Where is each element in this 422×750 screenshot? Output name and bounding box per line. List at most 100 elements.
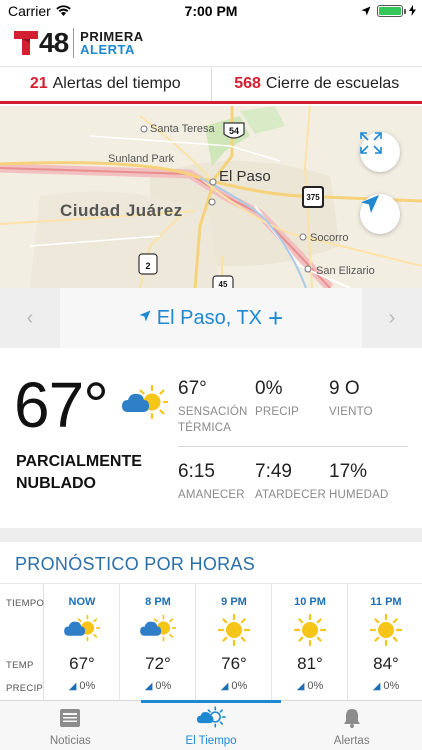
partly-cloudy-icon [64,614,101,647]
feels-like-label: SENSACIÓN TÉRMICA [178,406,248,434]
hour-temp: 84° [373,654,399,673]
stat-wind: 9 O VIENTO [329,378,409,420]
location-selector[interactable]: El Paso, TX + [60,288,362,348]
bell-icon [343,708,361,731]
hour-temp: 81° [297,654,323,673]
row-label-temp: TEMP [6,660,34,671]
row-label-time: TIEMPO [6,598,45,609]
map-label-el-paso: El Paso [219,168,271,185]
us54-shield-label: 54 [229,126,239,136]
hourly-column: 11 PM 84° ◢ 0% [348,584,422,701]
stat-sunrise: 6:15 AMANECER [178,461,254,503]
raindrop-icon: ◢ [68,681,77,692]
map-label-sunland-park: Sunland Park [108,153,175,165]
hour-precip-value: 0% [79,680,96,692]
us54-shield-icon: 54 [223,122,245,139]
current-conditions: 67° PARCIALMENTE NUBLADO 67° SENSACIÓN T… [0,348,422,528]
previous-location-button[interactable]: ‹ [0,288,60,348]
row-label-precip: PRECIP [6,683,44,694]
tab-bar: Noticias El Tiempo Alertas [0,700,422,750]
tab-label: El Tiempo [185,735,237,747]
sun-icon [369,613,403,651]
location-name: El Paso, TX [156,306,263,329]
telemundo-logo-icon [14,29,38,57]
stat-feels-like: 67° SENSACIÓN TÉRMICA [178,378,250,436]
hour-precip-value: 0% [307,680,324,692]
stat-humidity: 17% HUMEDAD [329,461,415,503]
partly-cloudy-icon [140,614,177,647]
hour-precip: ◢ 0% [348,680,422,692]
hour-precip-value: 0% [155,680,172,692]
weather-alerts-count: 21 [29,75,48,92]
hour-time: 8 PM [145,596,171,608]
raindrop-icon: ◢ [372,681,381,692]
hour-time: 11 PM [370,596,402,608]
hour-precip: ◢ 0% [196,680,272,692]
school-closings-link[interactable]: 568 Cierre de escuelas [210,67,422,101]
partly-cloudy-icon [122,384,170,425]
tab-noticias[interactable]: Noticias [0,701,141,750]
alerts-bar: 21 Alertas del tiempo 568 Cierre de escu… [0,66,422,104]
channel-number: 48 [39,27,69,58]
hour-temp: 76° [221,654,247,673]
chevron-right-icon: › [388,306,396,329]
stat-precip: 0% PRECIP [255,378,325,420]
i375-shield-label: 375 [306,193,320,202]
precip-value: 0% [255,378,283,399]
tab-alertas[interactable]: Alertas [281,701,422,750]
hourly-forecast-title: PRONÓSTICO POR HORAS [15,554,256,574]
weather-map[interactable]: 54 375 2 45 Santa Teresa Sunland Park El… [0,106,422,288]
status-time: 7:00 PM [184,3,238,19]
hourly-forecast[interactable]: TIEMPO TEMP PRECIP NOW 67° ◢ 0% 8 PM 72° … [0,583,422,701]
hour-precip-value: 0% [231,680,248,692]
hour-time: 10 PM [294,596,326,608]
precip-label: PRECIP [255,406,300,418]
humidity-label: HUMEDAD [329,489,389,501]
sunset-value: 7:49 [255,461,292,482]
school-closings-count: 568 [234,75,261,92]
stat-sunset: 7:49 ATARDECER [255,461,329,503]
tab-label: Noticias [49,735,91,747]
hour-precip: ◢ 0% [272,680,348,692]
hour-precip-value: 0% [383,680,400,692]
weather-alerts-link[interactable]: 21 Alertas del tiempo [0,67,211,101]
status-bar: Carrier 7:00 PM [0,0,422,22]
brand-name: PRIMERA ALERTA [80,30,143,56]
location-bar: ‹ El Paso, TX + › [0,288,422,348]
map-label-san-elizario: San Elizario [316,265,375,277]
hourly-row-labels: TIEMPO TEMP PRECIP [0,584,44,701]
wind-label: VIENTO [329,406,373,418]
mx2-shield-label: 2 [145,261,150,271]
hourly-column: NOW 67° ◢ 0% [44,584,120,701]
raindrop-icon: ◢ [296,681,305,692]
feels-like-value: 67° [178,378,207,399]
map-label-socorro: Socorro [310,232,349,244]
map-canvas: 54 375 2 45 Santa Teresa Sunland Park El… [0,106,422,288]
location-arrow-small-icon [139,309,151,327]
locate-me-button[interactable] [360,194,400,234]
raindrop-icon: ◢ [220,681,229,692]
section-separator [0,528,422,542]
weather-screen: Carrier 7:00 PM 48 PRIMERA ALERTA 21 Ale… [0,0,422,750]
next-location-button[interactable]: › [362,288,422,348]
hourly-column: 8 PM 72° ◢ 0% [120,584,196,701]
logo-divider [73,28,75,58]
stats-divider [178,446,408,447]
hour-time: 9 PM [221,596,247,608]
i375-shield-icon: 375 [302,186,324,208]
add-location-button[interactable]: + [268,305,283,331]
current-condition: PARCIALMENTE NUBLADO [16,453,142,492]
brand-name-bottom: ALERTA [80,42,135,57]
mx45-shield-label: 45 [219,280,228,288]
weather-alerts-label: Alertas del tiempo [52,75,181,92]
wind-value: 9 O [329,378,360,399]
status-right [361,3,416,19]
hour-temp: 67° [69,654,95,673]
map-label-santa-teresa: Santa Teresa [150,123,216,135]
partly-cloudy-icon [196,706,226,731]
tab-el-tiempo[interactable]: El Tiempo [140,700,282,750]
sunset-label: ATARDECER [255,489,327,501]
humidity-value: 17% [329,461,368,482]
expand-map-button[interactable] [360,132,400,172]
hourly-column: 10 PM 81° ◢ 0% [272,584,348,701]
